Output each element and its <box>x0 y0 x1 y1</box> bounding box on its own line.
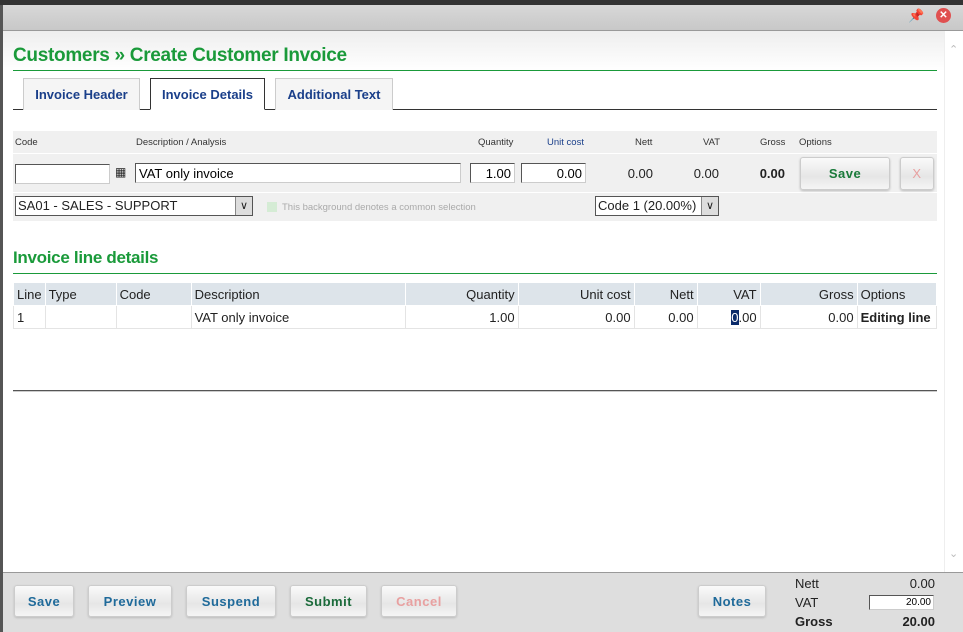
col-vat: VAT <box>696 282 761 306</box>
tab-additional-text[interactable]: Additional Text <box>275 78 393 110</box>
cell-type <box>44 305 117 329</box>
col-code: Code <box>115 282 192 306</box>
analysis-select[interactable]: SA01 - SALES - SUPPORT ∨ <box>15 196 253 216</box>
col-quantity: Quantity <box>404 282 519 306</box>
nett-label: Nett <box>635 137 653 148</box>
tab-invoice-header[interactable]: Invoice Header <box>23 78 140 110</box>
scrollbar[interactable]: ⌃ ⌄ <box>944 31 963 572</box>
tab-invoice-details[interactable]: Invoice Details <box>150 78 265 110</box>
notes-button[interactable]: Notes <box>698 585 766 617</box>
vat-code-value: Code 1 (20.00%) <box>598 198 697 213</box>
vat-value: 0.00 <box>693 166 719 181</box>
total-gross-label: Gross <box>795 614 833 629</box>
preview-button[interactable]: Preview <box>88 585 172 617</box>
chevron-down-icon: ∨ <box>235 197 252 215</box>
gross-value: 0.00 <box>759 166 785 181</box>
col-line: Line <box>13 282 46 306</box>
section-title: Invoice line details <box>13 248 159 267</box>
save-button[interactable]: Save <box>14 585 74 617</box>
cell-line: 1 <box>13 305 46 329</box>
total-gross-value: 20.00 <box>902 614 935 629</box>
vat-label: VAT <box>703 137 721 148</box>
invoice-lines-table: Line Type Code Description Quantity Unit… <box>13 282 938 329</box>
suspend-button[interactable]: Suspend <box>186 585 276 617</box>
gross-label: Gross <box>760 137 786 148</box>
cancel-button[interactable]: Cancel <box>381 585 457 617</box>
table-bottom-divider <box>13 390 937 392</box>
vat-rest-text: .00 <box>738 309 757 325</box>
cell-nett: 0.00 <box>633 305 698 329</box>
description-input[interactable] <box>135 163 461 183</box>
close-icon[interactable]: ✕ <box>936 8 951 23</box>
col-unit-cost: Unit cost <box>517 282 635 306</box>
pin-icon[interactable]: 📌 <box>908 8 924 24</box>
scroll-up-icon[interactable]: ⌃ <box>949 43 958 56</box>
col-gross: Gross <box>759 282 858 306</box>
total-nett-label: Nett <box>795 576 819 591</box>
quantity-label: Quantity <box>478 137 514 148</box>
lookup-icon[interactable]: ▦ <box>115 165 126 179</box>
col-type: Type <box>44 282 117 306</box>
delete-line-button[interactable]: X <box>900 157 934 190</box>
total-vat-label: VAT <box>795 595 819 610</box>
unit-cost-label: Unit cost <box>547 137 584 148</box>
description-label: Description / Analysis <box>136 137 227 148</box>
nett-value: 0.00 <box>627 166 653 181</box>
total-nett-value: 0.00 <box>909 576 935 591</box>
cell-code <box>115 305 192 329</box>
dialog-titlebar <box>3 5 963 31</box>
section-divider <box>13 273 937 274</box>
total-vat-input[interactable] <box>869 595 934 610</box>
col-description: Description <box>190 282 406 306</box>
cell-vat[interactable]: 0.00 <box>696 305 761 329</box>
chevron-down-icon: ∨ <box>701 197 718 215</box>
cell-options: Editing line <box>856 305 938 329</box>
save-line-button[interactable]: Save <box>800 157 890 190</box>
cell-description: VAT only invoice <box>190 305 406 329</box>
code-label: Code <box>15 137 38 148</box>
options-label: Options <box>799 137 832 148</box>
common-selection-swatch <box>267 202 277 212</box>
unit-cost-input[interactable] <box>521 163 586 183</box>
common-selection-hint: This background denotes a common selecti… <box>282 202 476 213</box>
cell-quantity: 1.00 <box>404 305 519 329</box>
title-divider <box>13 70 937 71</box>
col-nett: Nett <box>633 282 698 306</box>
page-title: Customers » Create Customer Invoice <box>13 45 347 66</box>
table-row[interactable]: 1 VAT only invoice 1.00 0.00 0.00 0.00 0… <box>13 305 938 329</box>
cell-unit-cost: 0.00 <box>517 305 635 329</box>
analysis-value: SA01 - SALES - SUPPORT <box>18 198 178 213</box>
col-options: Options <box>856 282 938 306</box>
scroll-down-icon[interactable]: ⌄ <box>949 547 958 560</box>
vat-selected-text: 0 <box>731 309 739 325</box>
code-input[interactable] <box>15 164 110 184</box>
quantity-input[interactable] <box>470 163 515 183</box>
vat-code-select[interactable]: Code 1 (20.00%) ∨ <box>595 196 719 216</box>
cell-gross: 0.00 <box>759 305 858 329</box>
submit-button[interactable]: Submit <box>290 585 367 617</box>
